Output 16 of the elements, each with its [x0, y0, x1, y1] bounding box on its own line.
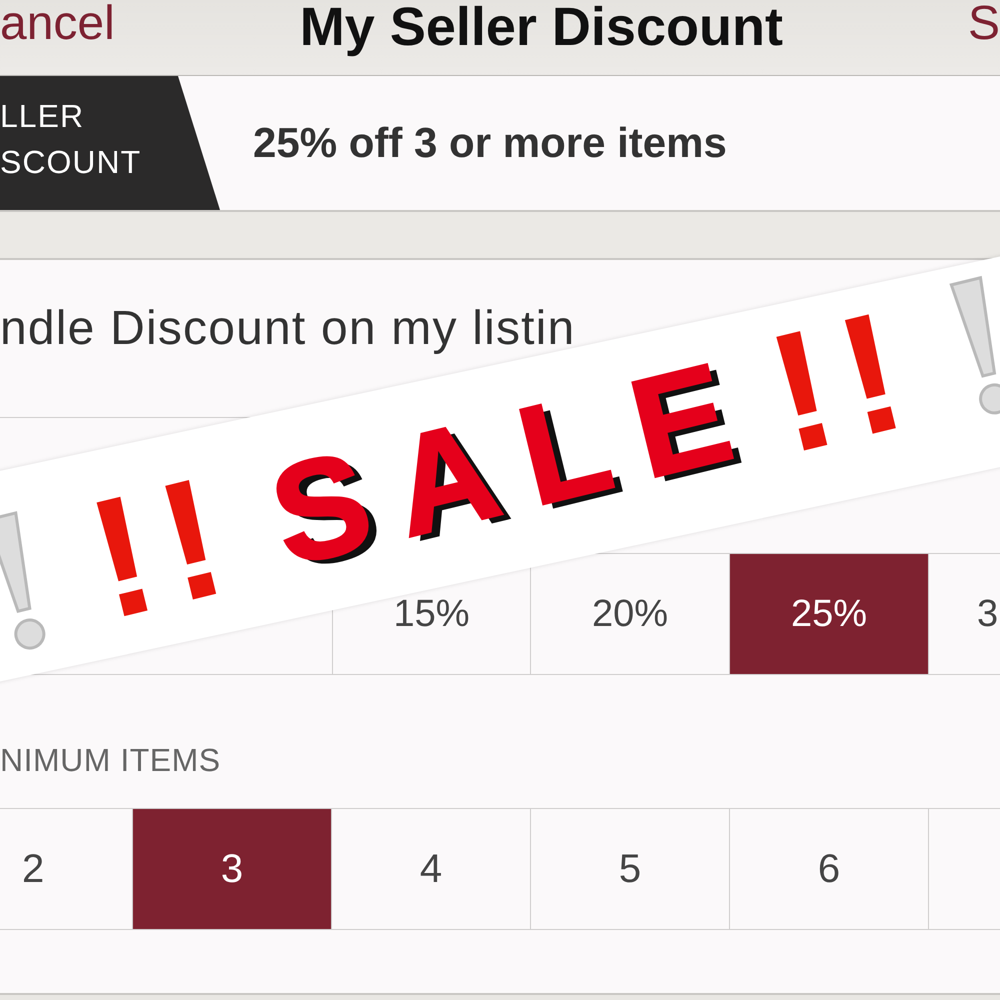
- item-count-option[interactable]: 3: [133, 809, 332, 929]
- exclamation-marks: !!: [74, 448, 252, 646]
- nav-button[interactable]: S: [968, 0, 1000, 48]
- tag-text: LLER: [0, 97, 84, 136]
- percent-option[interactable]: 3: [929, 554, 1000, 674]
- tag-text: SCOUNT: [0, 143, 142, 182]
- section-label: NIMUM ITEMS: [0, 742, 221, 779]
- percent-option[interactable]: 25%: [730, 554, 929, 674]
- discount-summary: 25% off 3 or more items: [253, 119, 727, 167]
- exclamation-marks: !!: [754, 282, 932, 481]
- item-count-option[interactable]: 5: [531, 809, 730, 929]
- item-count-option[interactable]: 6: [730, 809, 929, 929]
- item-count-option[interactable]: 4: [332, 809, 531, 929]
- screen-title: My Seller Discount: [300, 0, 783, 54]
- cancel-button[interactable]: ancel: [0, 0, 115, 48]
- toggle-label: ndle Discount on my listin: [0, 305, 576, 353]
